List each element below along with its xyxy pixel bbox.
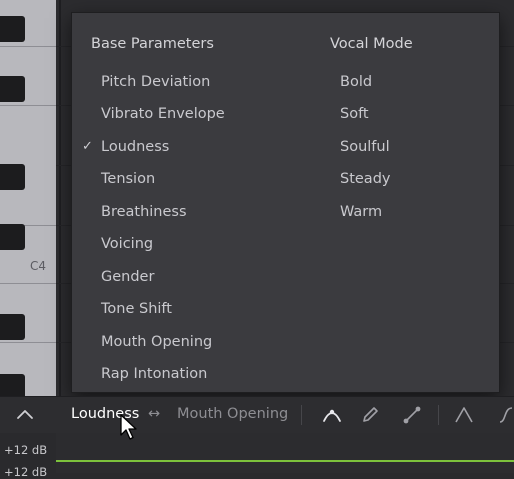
menu-item-voicing[interactable]: Voicing <box>101 236 153 252</box>
menu-item-gender[interactable]: Gender <box>101 269 154 285</box>
loudness-curve[interactable] <box>56 460 514 462</box>
menu-item-soft[interactable]: Soft <box>340 106 369 122</box>
collapse-chevron-icon[interactable] <box>13 403 37 427</box>
c4-note-label: C4 <box>29 259 46 273</box>
menu-item-warm[interactable]: Warm <box>340 204 382 220</box>
bar-line <box>59 0 61 396</box>
secondary-parameter-button[interactable]: Mouth Opening <box>177 406 288 422</box>
db-label-second: +12 dB <box>4 465 48 479</box>
menu-item-steady[interactable]: Steady <box>340 171 390 187</box>
black-key[interactable] <box>0 224 25 250</box>
black-key[interactable] <box>0 76 25 102</box>
vocal-mode-header: Vocal Mode <box>330 36 413 52</box>
s-curve-icon[interactable] <box>496 403 514 427</box>
black-key[interactable] <box>0 16 25 42</box>
menu-item-bold[interactable]: Bold <box>340 74 372 90</box>
db-label-top: +12 dB <box>4 443 48 457</box>
menu-item-loudness[interactable]: Loudness <box>101 139 169 155</box>
line-tool-icon[interactable] <box>400 403 424 427</box>
peak-tool-icon[interactable] <box>452 403 476 427</box>
toolbar-divider <box>301 405 302 425</box>
key-divider <box>0 46 56 47</box>
key-divider <box>0 342 56 343</box>
menu-item-breathiness[interactable]: Breathiness <box>101 204 187 220</box>
key-divider <box>0 283 56 284</box>
black-key[interactable] <box>0 164 25 190</box>
parameter-dropdown-menu: Base Parameters Vocal Mode Pitch Deviati… <box>71 12 500 393</box>
checkmark-icon: ✓ <box>82 139 93 154</box>
parameter-toolbar: Loudness ↔ Mouth Opening <box>0 396 514 433</box>
menu-item-rap-intonation[interactable]: Rap Intonation <box>101 366 207 382</box>
menu-item-tension[interactable]: Tension <box>101 171 155 187</box>
mouse-pointer-icon <box>118 413 142 441</box>
toolbar-divider <box>438 405 439 425</box>
menu-item-mouth-opening[interactable]: Mouth Opening <box>101 334 212 350</box>
db-axis: +12 dB +12 dB <box>0 433 56 479</box>
curve-select-icon[interactable] <box>320 403 344 427</box>
parameter-lane[interactable]: +12 dB +12 dB <box>0 433 514 479</box>
base-parameters-header: Base Parameters <box>91 36 214 52</box>
menu-item-tone-shift[interactable]: Tone Shift <box>101 301 172 317</box>
menu-item-pitch-deviation[interactable]: Pitch Deviation <box>101 74 210 90</box>
piano-keyboard[interactable]: C4 <box>0 0 56 396</box>
key-divider <box>0 105 56 106</box>
swap-parameters-icon[interactable]: ↔ <box>148 406 160 422</box>
menu-item-vibrato-envelope[interactable]: Vibrato Envelope <box>101 106 225 122</box>
black-key[interactable] <box>0 374 25 396</box>
pencil-icon[interactable] <box>358 403 382 427</box>
menu-item-soulful[interactable]: Soulful <box>340 139 390 155</box>
black-key[interactable] <box>0 314 25 340</box>
